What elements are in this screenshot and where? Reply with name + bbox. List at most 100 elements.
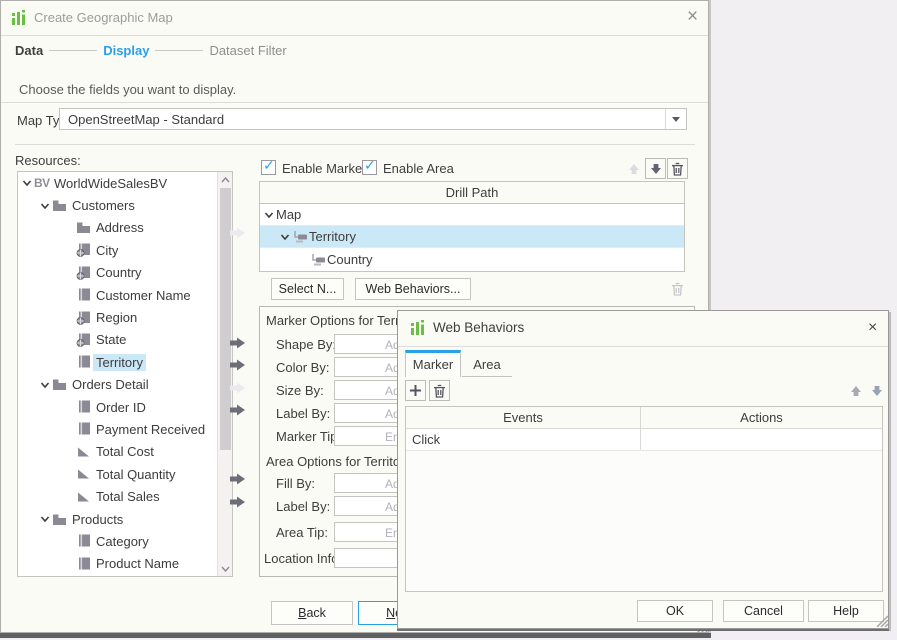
tree-item[interactable]: Total Sales (18, 485, 218, 507)
add-field-arrow-icon[interactable] (229, 495, 246, 512)
section-separator (15, 144, 695, 145)
color-by-label: Color By: (276, 360, 329, 375)
scroll-up-icon[interactable] (218, 172, 233, 187)
measure-icon (76, 490, 93, 504)
map-type-select[interactable]: OpenStreetMap - Standard (59, 108, 687, 130)
close-icon[interactable]: × (687, 10, 698, 24)
size-by-label: Size By: (276, 383, 324, 398)
drill-level-icon (292, 230, 309, 243)
delete-button[interactable] (429, 380, 450, 401)
label-by-label: Label By: (276, 406, 330, 421)
folder-icon (52, 378, 69, 391)
chevron-down-icon[interactable] (278, 232, 292, 242)
tree-item[interactable]: Total Quantity (18, 463, 218, 485)
tree-item[interactable]: Category (18, 530, 218, 552)
tree-item[interactable]: Region (18, 306, 218, 328)
tree-item[interactable]: Total Cost (18, 441, 218, 463)
behaviors-table[interactable]: Events Actions Click (405, 406, 883, 592)
step-data[interactable]: Data (15, 43, 43, 58)
actions-header: Actions (641, 407, 882, 428)
shape-by-label: Shape By: (276, 337, 336, 352)
tree-item[interactable]: State (18, 329, 218, 351)
chevron-down-icon[interactable] (38, 514, 52, 524)
events-header: Events (406, 407, 641, 428)
add-field-arrow-icon[interactable] (229, 336, 246, 353)
area-label-by-label: Label By: (276, 499, 330, 514)
chevron-down-icon[interactable] (38, 380, 52, 390)
measure-icon (76, 467, 93, 481)
event-cell[interactable]: Click (406, 429, 641, 450)
dropdown-button[interactable] (665, 109, 686, 129)
tree-item[interactable]: Payment Received (18, 418, 218, 440)
drill-path-header: Drill Path (260, 182, 684, 204)
folder-icon (52, 199, 69, 212)
measure-icon (76, 445, 93, 459)
close-icon[interactable]: × (868, 320, 877, 336)
help-button[interactable]: Help (808, 600, 884, 622)
dialog-title: Create Geographic Map (34, 10, 173, 25)
select-named-group-button[interactable]: Select N... (271, 278, 344, 300)
scroll-down-icon[interactable] (218, 561, 233, 576)
add-button[interactable] (405, 380, 426, 401)
tab-marker[interactable]: Marker (405, 350, 461, 377)
field-icon (76, 557, 93, 571)
titlebar[interactable]: Create Geographic Map × (1, 1, 708, 35)
add-field-arrow-icon[interactable] (229, 358, 246, 375)
back-button[interactable]: Back (271, 601, 353, 625)
move-up-icon-disabled (845, 380, 866, 401)
resources-tree[interactable]: BV WorldWideSalesBV Customers Address Ci… (17, 171, 233, 577)
ok-button[interactable]: OK (637, 600, 713, 622)
tree-item[interactable]: Country (18, 262, 218, 284)
tree-item[interactable]: Order ID (18, 396, 218, 418)
enable-marker-label: Enable Marker (282, 161, 367, 176)
titlebar-separator (1, 35, 708, 36)
delete-button[interactable] (667, 158, 688, 179)
drill-row-territory[interactable]: Territory (260, 226, 684, 248)
tree-item[interactable]: Products (18, 508, 218, 530)
chevron-down-icon[interactable] (262, 210, 276, 220)
add-field-arrow-icon[interactable] (229, 403, 246, 420)
geo-field-icon (76, 243, 93, 257)
move-down-button[interactable] (645, 158, 666, 179)
add-field-arrow-icon-disabled (229, 381, 246, 398)
enable-area-checkbox[interactable]: ✓ (362, 160, 377, 175)
wizard-steps: Data Display Dataset Filter (15, 43, 287, 58)
chevron-down-icon (672, 117, 680, 122)
web-titlebar[interactable]: Web Behaviors × (398, 311, 888, 346)
action-cell[interactable] (641, 429, 882, 450)
add-field-arrow-icon[interactable] (229, 472, 246, 489)
enable-area-label: Enable Area (383, 161, 454, 176)
field-icon (76, 422, 93, 436)
tree-item[interactable]: Customers (18, 194, 218, 216)
drill-path-table[interactable]: Drill Path Map Territory Country (259, 181, 685, 272)
chevron-down-icon[interactable] (38, 201, 52, 211)
tree-item[interactable]: Orders Detail (18, 374, 218, 396)
tree-item-selected[interactable]: Territory (18, 351, 218, 373)
bv-icon: BV (34, 176, 51, 190)
folder-icon (76, 221, 93, 234)
step-dataset-filter[interactable]: Dataset Filter (209, 43, 286, 58)
field-icon (76, 400, 93, 414)
resources-label: Resources: (15, 153, 81, 168)
area-tip-label: Area Tip: (276, 525, 328, 540)
enable-marker-checkbox[interactable]: ✓ (261, 160, 276, 175)
check-icon: ✓ (263, 157, 275, 174)
drill-row-country[interactable]: Country (260, 248, 684, 270)
tree-item[interactable]: BV WorldWideSalesBV (18, 172, 218, 194)
tab-area[interactable]: Area (462, 353, 512, 377)
tree-item[interactable]: City (18, 239, 218, 261)
drill-row-map[interactable]: Map (260, 204, 684, 226)
web-dialog-title: Web Behaviors (433, 320, 524, 335)
cancel-button[interactable]: Cancel (723, 600, 804, 622)
tree-item[interactable]: Customer Name (18, 284, 218, 306)
tree-item[interactable]: Product Name (18, 553, 218, 575)
step-display[interactable]: Display (103, 43, 149, 58)
step-subtitle: Choose the fields you want to display. (19, 82, 236, 97)
map-type-value: OpenStreetMap - Standard (68, 112, 224, 127)
resize-grip-icon[interactable] (875, 614, 888, 630)
tree-item[interactable]: Address (18, 217, 218, 239)
behavior-row-click[interactable]: Click (406, 429, 882, 451)
chevron-down-icon[interactable] (20, 178, 34, 188)
web-behaviors-button[interactable]: Web Behaviors... (355, 278, 471, 300)
fill-by-label: Fill By: (276, 476, 315, 491)
